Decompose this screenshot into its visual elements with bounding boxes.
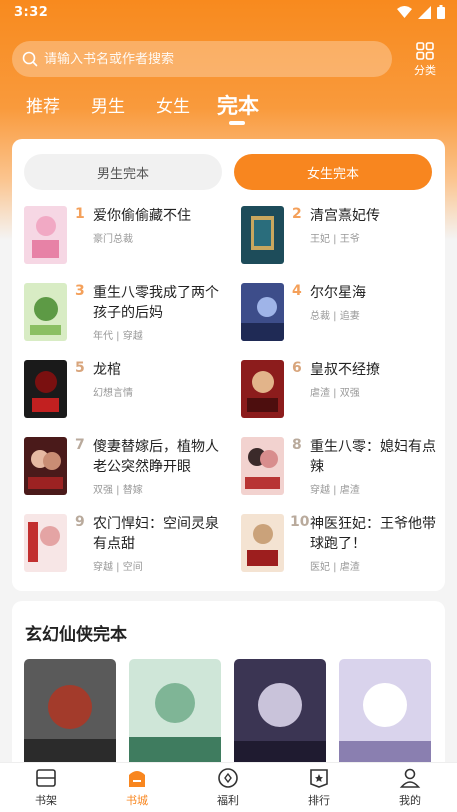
book-item[interactable]: 8 重生八零：媳妇有点辣 穿越 | 虐渣 bbox=[241, 437, 441, 499]
nav-bookstore[interactable]: 书城 bbox=[107, 767, 167, 808]
book-tags: 医妃 | 虐渣 bbox=[310, 562, 360, 573]
completed-ranking-card: 男生完本 女生完本 1 爱你偷偷藏不住 豪门总裁 2 清宫熹妃传 王妃 | 王爷… bbox=[12, 139, 445, 591]
nav-label: 我的 bbox=[399, 794, 421, 807]
book-item[interactable]: 3 重生八零我成了两个孩子的后妈 年代 | 穿越 bbox=[24, 283, 224, 345]
book-item[interactable]: 1 爱你偷偷藏不住 豪门总裁 bbox=[24, 206, 224, 268]
book-rank: 1 bbox=[75, 206, 85, 222]
profile-icon bbox=[399, 768, 421, 788]
nav-label: 福利 bbox=[217, 794, 239, 807]
book-item[interactable]: 4 尔尔星海 总裁 | 追妻 bbox=[241, 283, 441, 345]
category-label: 分类 bbox=[414, 64, 436, 77]
book-cover bbox=[24, 437, 67, 495]
nav-label: 书架 bbox=[35, 794, 57, 807]
segment-female-completed[interactable]: 女生完本 bbox=[234, 154, 432, 190]
book-cover bbox=[241, 514, 284, 572]
search-icon bbox=[22, 51, 38, 67]
book-tags: 总裁 | 追妻 bbox=[310, 311, 360, 322]
search-bar[interactable] bbox=[12, 41, 392, 77]
signal-icon bbox=[418, 5, 431, 19]
book-title: 龙棺 bbox=[93, 362, 121, 378]
book-tags: 穿越 | 虐渣 bbox=[310, 485, 360, 496]
book-title: 清宫熹妃传 bbox=[310, 208, 380, 224]
book-rank: 7 bbox=[75, 437, 85, 453]
ranking-icon bbox=[310, 769, 328, 788]
book-tags: 穿越 | 空间 bbox=[93, 562, 143, 573]
book-tags: 王妃 | 王爷 bbox=[310, 234, 360, 245]
book-cover bbox=[241, 206, 284, 264]
tab-indicator bbox=[229, 121, 245, 125]
book-title: 重生八零我成了两个孩子的后妈 bbox=[93, 285, 219, 321]
book-tags: 幻想言情 bbox=[93, 388, 133, 399]
search-input[interactable] bbox=[44, 51, 374, 67]
status-bar: 3:32 bbox=[0, 0, 457, 28]
book-rank: 3 bbox=[75, 283, 85, 299]
book-tags: 年代 | 穿越 bbox=[93, 331, 143, 342]
book-title: 爱你偷偷藏不住 bbox=[93, 208, 191, 224]
fantasy-completed-section: 玄幻仙侠完本 bbox=[12, 601, 445, 781]
book-rank: 8 bbox=[292, 437, 302, 453]
book-item[interactable]: 10 神医狂妃：王爷他带球跑了！ 医妃 | 虐渣 bbox=[241, 514, 441, 576]
tab-female[interactable]: 女生 bbox=[156, 92, 190, 117]
book-tags: 虐渣 | 双强 bbox=[310, 388, 360, 399]
section-title: 玄幻仙侠完本 bbox=[25, 625, 127, 645]
nav-bookshelf[interactable]: 书架 bbox=[16, 767, 76, 808]
nav-label: 书城 bbox=[126, 794, 148, 807]
book-rank: 5 bbox=[75, 360, 85, 376]
book-cover bbox=[241, 360, 284, 418]
wifi-icon bbox=[397, 6, 412, 18]
book-rank: 2 bbox=[292, 206, 302, 222]
book-title: 农门悍妇：空间灵泉有点甜 bbox=[93, 516, 219, 552]
book-title: 傻妻替嫁后，植物人老公突然睁开眼 bbox=[93, 439, 219, 475]
book-item[interactable]: 9 农门悍妇：空间灵泉有点甜 穿越 | 空间 bbox=[24, 514, 224, 576]
nav-welfare[interactable]: 福利 bbox=[198, 767, 258, 808]
book-title: 尔尔星海 bbox=[310, 285, 366, 301]
nav-label: 排行 bbox=[308, 794, 330, 807]
tab-recommend[interactable]: 推荐 bbox=[26, 92, 60, 117]
tab-completed[interactable]: 完本 bbox=[217, 90, 259, 120]
bookshelf-icon bbox=[36, 769, 56, 787]
book-cover bbox=[241, 283, 284, 341]
book-rank: 6 bbox=[292, 360, 302, 376]
book-cover bbox=[24, 206, 67, 264]
welfare-icon bbox=[218, 768, 238, 788]
book-item[interactable]: 6 皇叔不经撩 虐渣 | 双强 bbox=[241, 360, 441, 422]
channel-tabs: 推荐 男生 女生 完本 bbox=[0, 92, 457, 128]
bookstore-icon bbox=[129, 771, 145, 787]
status-icons bbox=[397, 5, 445, 19]
nav-profile[interactable]: 我的 bbox=[380, 767, 440, 808]
book-cover bbox=[24, 514, 67, 572]
book-rank: 10 bbox=[290, 514, 310, 530]
book-cover bbox=[241, 437, 284, 495]
book-cover bbox=[24, 360, 67, 418]
grid-icon bbox=[416, 42, 434, 60]
book-title: 皇叔不经撩 bbox=[310, 362, 380, 378]
category-button[interactable]: 分类 bbox=[406, 42, 444, 78]
book-tags: 双强 | 替嫁 bbox=[93, 485, 143, 496]
bottom-navigation: 书架 书城 福利 排行 我的 bbox=[0, 762, 457, 812]
book-item[interactable]: 2 清宫熹妃传 王妃 | 王爷 bbox=[241, 206, 441, 268]
book-item[interactable]: 7 傻妻替嫁后，植物人老公突然睁开眼 双强 | 替嫁 bbox=[24, 437, 224, 499]
book-cover bbox=[24, 283, 67, 341]
tab-male[interactable]: 男生 bbox=[91, 92, 125, 117]
battery-icon bbox=[437, 5, 445, 19]
status-time: 3:32 bbox=[14, 5, 49, 20]
book-rank: 4 bbox=[292, 283, 302, 299]
book-tags: 豪门总裁 bbox=[93, 234, 133, 245]
book-item[interactable]: 5 龙棺 幻想言情 bbox=[24, 360, 224, 422]
book-rank: 9 bbox=[75, 514, 85, 530]
nav-ranking[interactable]: 排行 bbox=[289, 767, 349, 808]
segment-male-completed[interactable]: 男生完本 bbox=[24, 154, 222, 190]
book-title: 神医狂妃：王爷他带球跑了！ bbox=[310, 516, 436, 552]
book-title: 重生八零：媳妇有点辣 bbox=[310, 439, 436, 475]
